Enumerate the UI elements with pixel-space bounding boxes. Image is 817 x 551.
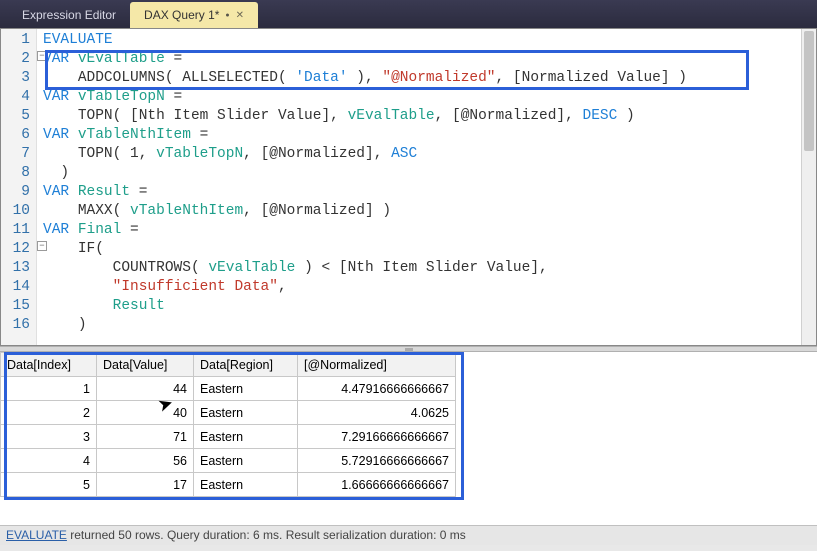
column-header[interactable]: [@Normalized] (298, 353, 456, 377)
line-number: 13 (1, 259, 30, 278)
table-cell[interactable]: 40 (97, 401, 194, 425)
code-line[interactable]: VAR vEvalTable = (43, 50, 810, 69)
vertical-scrollbar[interactable] (801, 29, 816, 345)
line-number: 3 (1, 69, 30, 88)
code-line[interactable]: MAXX( vTableNthItem, [@Normalized] ) (43, 202, 810, 221)
status-evaluate-link[interactable]: EVALUATE (6, 528, 67, 542)
code-line[interactable]: ) (43, 164, 810, 183)
column-header[interactable]: Data[Value] (97, 353, 194, 377)
table-row[interactable]: 517Eastern1.66666666666667 (1, 473, 456, 497)
code-line[interactable]: TOPN( [Nth Item Slider Value], vEvalTabl… (43, 107, 810, 126)
code-line[interactable]: ADDCOLUMNS( ALLSELECTED( 'Data' ), "@Nor… (43, 69, 810, 88)
line-number: 5 (1, 107, 30, 126)
table-cell[interactable]: 56 (97, 449, 194, 473)
table-cell[interactable]: 1 (1, 377, 97, 401)
table-row[interactable]: 144Eastern4.47916666666667 (1, 377, 456, 401)
code-editor[interactable]: 12345678910111213141516 EVALUATEVAR vEva… (0, 28, 817, 346)
table-cell[interactable]: 3 (1, 425, 97, 449)
fold-icon[interactable]: − (37, 51, 47, 61)
close-icon[interactable]: ✕ (236, 10, 244, 21)
code-line[interactable]: COUNTROWS( vEvalTable ) < [Nth Item Slid… (43, 259, 810, 278)
table-cell[interactable]: Eastern (194, 401, 298, 425)
line-number: 15 (1, 297, 30, 316)
table-cell[interactable]: 4 (1, 449, 97, 473)
code-line[interactable]: Result (43, 297, 810, 316)
table-cell[interactable]: 5.72916666666667 (298, 449, 456, 473)
status-bar: EVALUATE returned 50 rows. Query duratio… (0, 525, 817, 545)
line-number: 6 (1, 126, 30, 145)
table-cell[interactable]: 71 (97, 425, 194, 449)
line-number: 9 (1, 183, 30, 202)
column-header[interactable]: Data[Index] (1, 353, 97, 377)
table-cell[interactable]: 2 (1, 401, 97, 425)
line-number: 12 (1, 240, 30, 259)
line-number: 10 (1, 202, 30, 221)
table-row[interactable]: 240Eastern4.0625 (1, 401, 456, 425)
code-line[interactable]: VAR Result = (43, 183, 810, 202)
table-cell[interactable]: Eastern (194, 473, 298, 497)
line-number: 14 (1, 278, 30, 297)
code-body[interactable]: EVALUATEVAR vEvalTable = ADDCOLUMNS( ALL… (37, 29, 816, 345)
line-number: 2 (1, 50, 30, 69)
code-line[interactable]: IF( (43, 240, 810, 259)
tab-bar: Expression Editor DAX Query 1* ● ✕ (0, 0, 817, 28)
table-cell[interactable]: Eastern (194, 449, 298, 473)
code-line[interactable]: ) (43, 316, 810, 335)
line-number: 1 (1, 31, 30, 50)
tab-label: Expression Editor (22, 8, 116, 22)
table-cell[interactable]: 17 (97, 473, 194, 497)
scrollbar-thumb[interactable] (804, 31, 814, 151)
table-cell[interactable]: 4.47916666666667 (298, 377, 456, 401)
table-row[interactable]: 456Eastern5.72916666666667 (1, 449, 456, 473)
code-line[interactable]: "Insufficient Data", (43, 278, 810, 297)
line-number: 16 (1, 316, 30, 335)
code-line[interactable]: VAR vTableNthItem = (43, 126, 810, 145)
results-grid[interactable]: Data[Index]Data[Value]Data[Region][@Norm… (0, 352, 456, 497)
dirty-indicator-icon: ● (225, 12, 229, 19)
line-number: 8 (1, 164, 30, 183)
status-text: returned 50 rows. Query duration: 6 ms. … (67, 528, 466, 542)
tab-label: DAX Query 1* (144, 8, 219, 22)
code-line[interactable]: TOPN( 1, vTableTopN, [@Normalized], ASC (43, 145, 810, 164)
line-number: 11 (1, 221, 30, 240)
code-line[interactable]: VAR Final = (43, 221, 810, 240)
table-cell[interactable]: 5 (1, 473, 97, 497)
table-cell[interactable]: Eastern (194, 425, 298, 449)
line-number: 7 (1, 145, 30, 164)
table-cell[interactable]: Eastern (194, 377, 298, 401)
fold-icon[interactable]: − (37, 241, 47, 251)
column-header[interactable]: Data[Region] (194, 353, 298, 377)
table-cell[interactable]: 7.29166666666667 (298, 425, 456, 449)
line-number-gutter: 12345678910111213141516 (1, 29, 37, 345)
table-cell[interactable]: 1.66666666666667 (298, 473, 456, 497)
table-cell[interactable]: 44 (97, 377, 194, 401)
tab-expression-editor[interactable]: Expression Editor (8, 2, 130, 28)
table-row[interactable]: 371Eastern7.29166666666667 (1, 425, 456, 449)
line-number: 4 (1, 88, 30, 107)
code-line[interactable]: EVALUATE (43, 31, 810, 50)
results-pane: Data[Index]Data[Value]Data[Region][@Norm… (0, 352, 817, 525)
code-line[interactable]: VAR vTableTopN = (43, 88, 810, 107)
table-cell[interactable]: 4.0625 (298, 401, 456, 425)
tab-dax-query[interactable]: DAX Query 1* ● ✕ (130, 2, 258, 28)
